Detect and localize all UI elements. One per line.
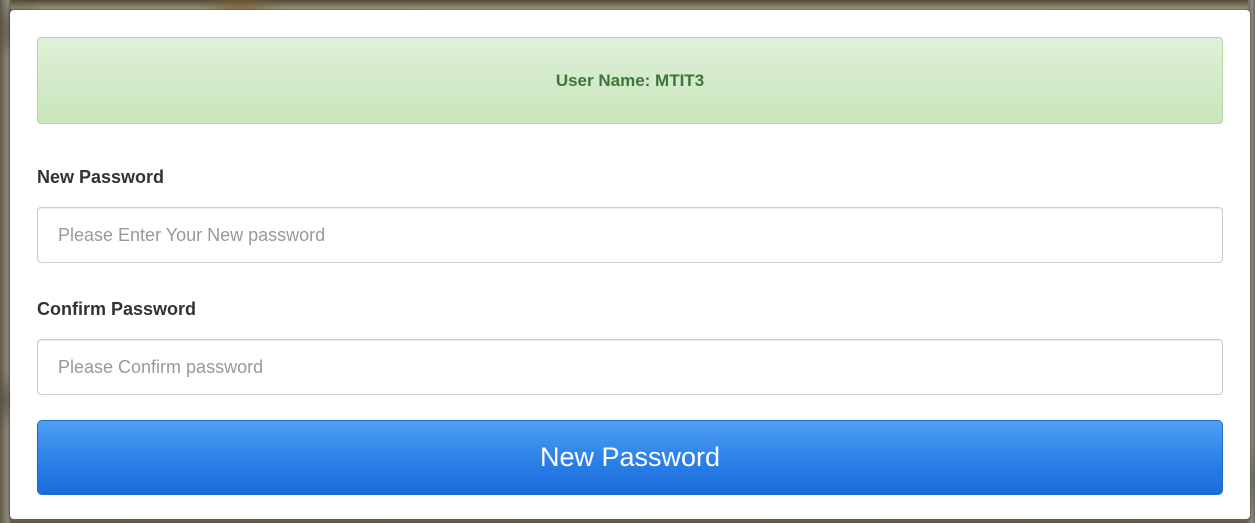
- change-password-panel: User Name: MTIT3 New Password Confirm Pa…: [10, 10, 1250, 519]
- username-alert-text: User Name: MTIT3: [555, 70, 705, 90]
- new-password-button[interactable]: New Password: [37, 420, 1223, 495]
- username-alert: User Name: MTIT3: [37, 37, 1223, 124]
- new-password-label: New Password: [37, 167, 165, 187]
- confirm-password-label: Confirm Password: [37, 299, 197, 319]
- confirm-password-input[interactable]: [37, 339, 1223, 395]
- new-password-input[interactable]: [37, 207, 1223, 263]
